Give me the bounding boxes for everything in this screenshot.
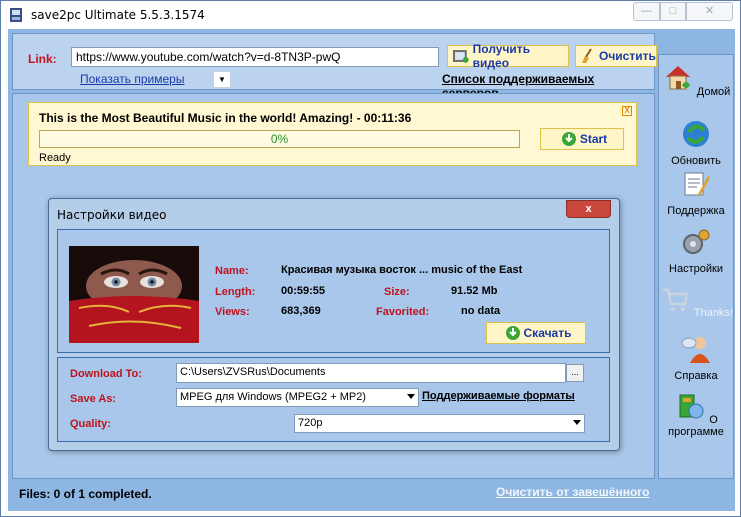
clear-hung-link[interactable]: Очистить от завешённого [496,485,649,499]
sidebar-item-home[interactable]: Домой [659,61,733,98]
get-video-label: Получить видео [472,42,531,70]
files-status: Files: 0 of 1 completed. [19,487,152,501]
show-examples-link[interactable]: Показать примеры [80,72,184,86]
sidebar-label-support: Поддержка [667,205,725,217]
maximize-button[interactable]: □ [660,2,686,21]
task-status: Ready [39,152,71,164]
sidebar-label-home: Домой [696,86,731,98]
name-value: Красивая музыка восток ... music of the … [281,264,523,276]
download-icon [505,326,520,340]
save-options-panel: Download To: C:\Users\ZVSRus\Documents .… [57,357,610,442]
settings-icon [683,229,710,254]
download-to-label: Download To: [70,368,142,380]
dialog-close-button[interactable]: x [566,200,611,218]
refresh-icon [683,121,709,147]
app-window: save2pc Ultimate 5.5.3.1574 — □ ✕ Link: … [0,0,741,517]
sidebar-item-help[interactable]: Справка [659,333,733,382]
chevron-down-icon: ▼ [218,75,226,84]
maximize-icon: □ [669,5,677,17]
link-panel: Link: https://www.youtube.com/watch?v=d-… [12,33,657,100]
video-info-panel: Name: Красивая музыка восток ... music o… [57,229,610,353]
views-label: Views: [215,306,250,318]
video-thumbnail-image [69,246,199,343]
link-label: Link: [28,52,57,66]
film-icon [452,50,469,63]
cart-icon [663,288,689,311]
close-icon: ✕ [704,5,715,17]
task-close-button[interactable]: X [622,106,632,116]
url-input[interactable]: https://www.youtube.com/watch?v=d-8TN3P-… [71,47,439,67]
save-as-label: Save As: [70,393,117,405]
sidebar-item-thanks[interactable]: Thanks! [659,282,733,319]
start-label: Start [579,132,608,146]
quality-label: Quality: [70,418,111,430]
download-button[interactable]: Скачать [486,322,586,344]
sidebar-item-settings[interactable]: Настройки [659,226,733,275]
name-label: Name: [215,265,249,277]
window-title: save2pc Ultimate 5.5.3.1574 [31,8,205,22]
progress-bar: 0% [39,130,520,148]
views-value: 683,369 [281,305,321,317]
quality-value: 720p [298,417,323,429]
video-thumbnail [69,246,199,343]
dialog-title: Настройки видео [57,208,167,222]
get-video-button[interactable]: Получить видео [447,42,569,70]
favorited-label: Favorited: [376,306,430,318]
broom-icon [582,48,592,63]
sidebar-label-help: Справка [674,370,718,382]
sidebar-item-refresh[interactable]: Обновить [659,118,733,167]
support-icon [684,172,710,196]
sidebar-label-settings: Настройки [669,263,723,275]
length-value: 00:59:55 [281,285,326,297]
sidebar-label-thanks: Thanks! [693,307,733,319]
size-value: 91.52 Mb [451,285,498,297]
download-icon [561,132,576,146]
home-icon [665,66,690,90]
chevron-down-icon [407,394,415,399]
clear-button[interactable]: Очистить [575,45,657,67]
minimize-icon: — [641,5,652,17]
sidebar-item-support[interactable]: Поддержка [659,168,733,217]
examples-dropdown[interactable]: ▼ [213,71,231,88]
download-path-input[interactable]: C:\Users\ZVSRus\Documents [176,363,566,383]
supported-formats-link[interactable]: Поддерживаемые форматы [422,390,575,402]
progress-text: 0% [270,132,289,146]
help-icon [681,337,710,363]
sidebar-label-refresh: Обновить [671,155,721,167]
about-icon [679,394,704,419]
video-settings-dialog: Настройки видео x Name: Красивая музыка … [48,198,620,451]
chevron-down-icon [573,420,581,425]
favorited-value: no data [461,305,501,317]
download-task: This is the Most Beautiful Music in the … [28,102,637,166]
save-as-value: MPEG для Windows (MPEG2 + MP2) [180,391,366,403]
close-button[interactable]: ✕ [686,2,733,21]
minimize-button[interactable]: — [633,2,660,21]
download-label: Скачать [523,326,572,340]
sidebar-item-about[interactable]: О программе [659,389,733,438]
task-title: This is the Most Beautiful Music in the … [39,111,412,125]
title-bar: save2pc Ultimate 5.5.3.1574 — □ ✕ [1,1,740,29]
length-label: Length: [215,286,256,298]
app-icon [10,8,22,22]
start-button[interactable]: Start [540,128,624,150]
browse-button[interactable]: ... [566,364,584,382]
clear-label: Очистить [599,49,656,63]
sidebar: Домой Обновить Поддержка Настройки Thank… [658,54,734,479]
quality-select[interactable]: 720p [294,414,585,433]
size-label: Size: [384,286,410,298]
save-as-select[interactable]: MPEG для Windows (MPEG2 + MP2) [176,388,419,407]
